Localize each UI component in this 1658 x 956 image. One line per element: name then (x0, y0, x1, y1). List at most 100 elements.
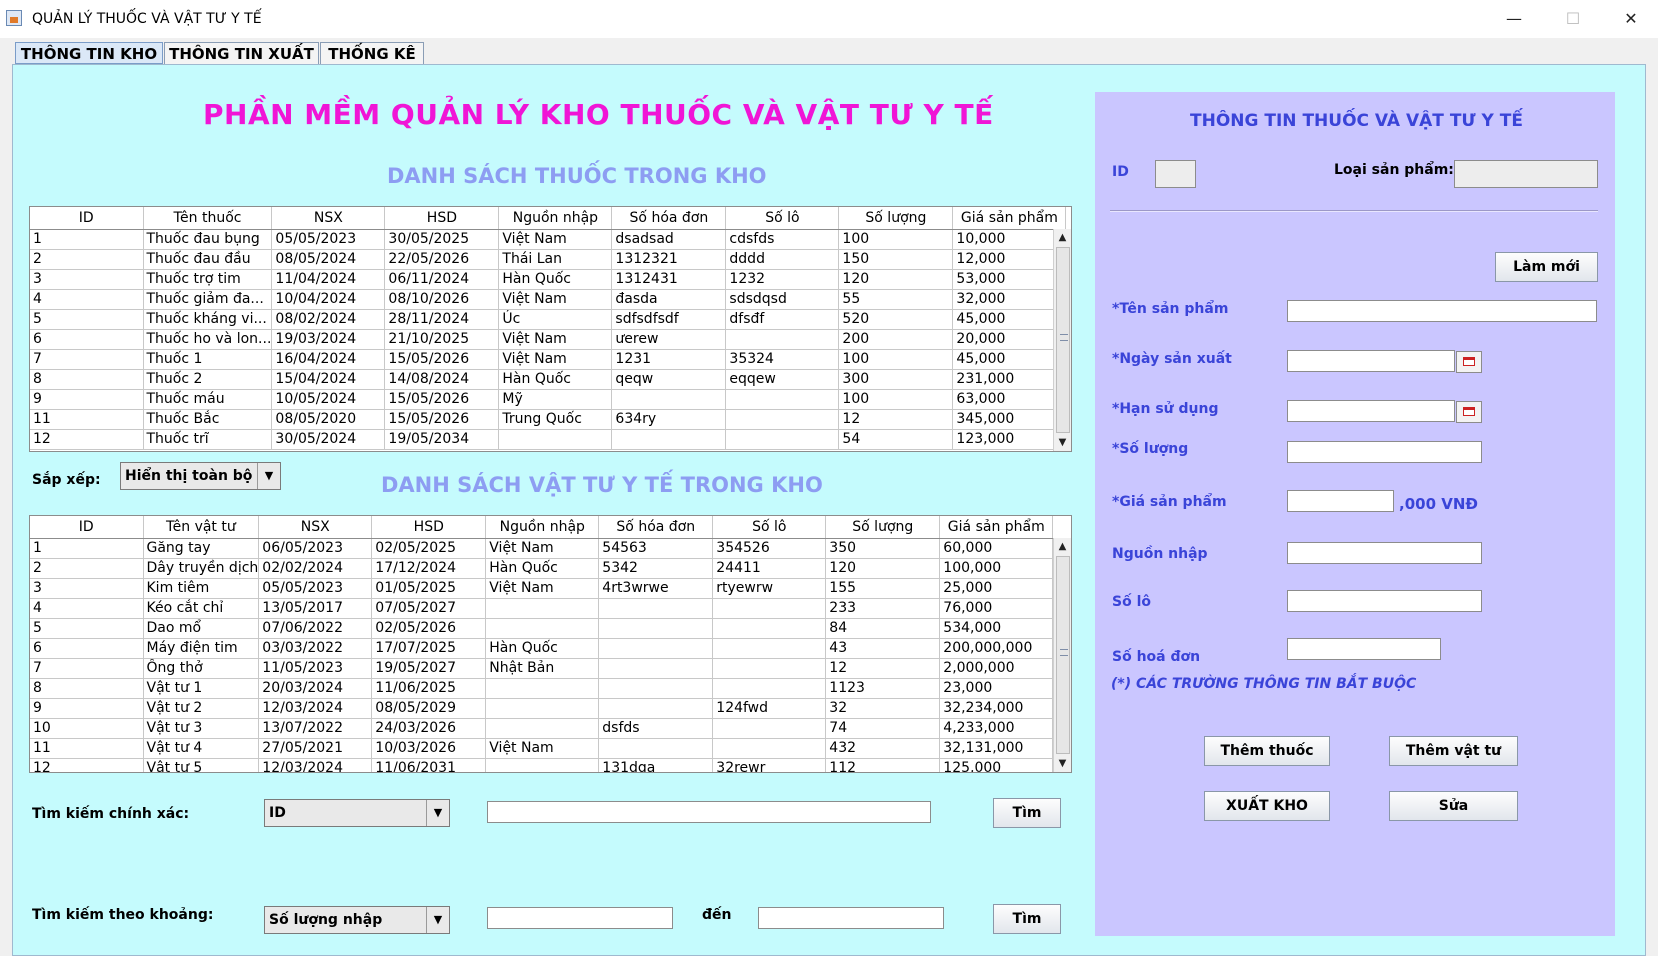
table-cell[interactable]: 100 (838, 349, 954, 370)
table-cell[interactable]: 1312321 (611, 249, 727, 270)
table-cell[interactable]: dsfds (598, 718, 714, 739)
table-cell[interactable]: 8 (30, 369, 144, 390)
exp-date-input[interactable] (1287, 400, 1455, 422)
table-cell[interactable]: 15/05/2026 (384, 389, 500, 410)
table-cell[interactable] (485, 618, 600, 639)
column-header[interactable]: HSD (384, 207, 500, 230)
table-cell[interactable]: 10/05/2024 (271, 389, 386, 410)
table-cell[interactable]: 4 (30, 289, 144, 310)
table-cell[interactable]: 45,000 (952, 349, 1067, 370)
table-cell[interactable]: 08/05/2020 (271, 409, 386, 430)
table-cell[interactable]: 12 (30, 429, 144, 450)
table-cell[interactable]: 5 (30, 309, 144, 330)
product-type-field[interactable] (1454, 160, 1598, 188)
table-cell[interactable]: sdsdqsd (725, 289, 840, 310)
table-cell[interactable]: 05/05/2023 (258, 578, 373, 599)
table-cell[interactable]: 84 (825, 618, 941, 639)
table-cell[interactable]: 11/04/2024 (271, 269, 386, 290)
table-row[interactable]: 7 Thuốc 1 16/04/2024 15/05/2026 Việt Nam 1231… (30, 349, 1067, 370)
table-row[interactable]: 6 Thuốc ho và lon... 19/03/2024 21/10/2025 V… (30, 329, 1067, 350)
table-cell[interactable]: Thuốc 1 (143, 349, 273, 370)
table-cell[interactable] (712, 618, 827, 639)
column-header[interactable]: Số lượng (825, 516, 941, 539)
close-button[interactable]: ✕ (1608, 4, 1654, 34)
mfg-date-input[interactable] (1287, 350, 1455, 372)
range-search-field-dropdown[interactable]: Số lượng nhập ▼ (264, 906, 450, 934)
table-cell[interactable]: 131dqa (598, 758, 714, 772)
table-cell[interactable]: 233 (825, 598, 941, 619)
table-row[interactable]: 6 Máy điện tim 03/03/2022 17/07/2025 Hàn Quố… (30, 638, 1054, 659)
table-row[interactable]: 1 Thuốc đau bụng 05/05/2023 30/05/2025 Việt … (30, 229, 1067, 250)
table-cell[interactable]: Hàn Quốc (498, 269, 613, 290)
table-cell[interactable]: 534,000 (939, 618, 1054, 639)
column-header[interactable]: Số hóa đơn (598, 516, 714, 539)
table-cell[interactable]: 200 (838, 329, 954, 350)
column-header[interactable]: Số lô (725, 207, 840, 230)
table-cell[interactable]: Hàn Quốc (498, 369, 613, 390)
table-cell[interactable]: 11/06/2031 (371, 758, 487, 772)
table-row[interactable]: 1 Găng tay 06/05/2023 02/05/2025 Việt Nam 545… (30, 538, 1054, 559)
table-cell[interactable]: 19/03/2024 (271, 329, 386, 350)
table-cell[interactable]: 100,000 (939, 558, 1054, 579)
table-cell[interactable]: 16/04/2024 (271, 349, 386, 370)
table-cell[interactable] (712, 738, 827, 759)
table-cell[interactable]: 30/05/2025 (384, 229, 500, 250)
table-cell[interactable]: 05/05/2023 (271, 229, 386, 250)
table-cell[interactable]: 11 (30, 738, 144, 759)
table-row[interactable]: 10 Vật tư 3 13/07/2022 24/03/2026 dsfds 74 4,2… (30, 718, 1054, 739)
refresh-button[interactable]: Làm mới (1495, 252, 1598, 282)
table-cell[interactable]: đasda (611, 289, 727, 310)
table-cell[interactable]: 13/05/2017 (258, 598, 373, 619)
table-cell[interactable]: Thuốc đau bụng (143, 229, 273, 250)
table-cell[interactable]: 27/05/2021 (258, 738, 373, 759)
table-cell[interactable]: 74 (825, 718, 941, 739)
table-cell[interactable]: 02/05/2026 (371, 618, 487, 639)
table-cell[interactable]: Vật tư 4 (143, 738, 260, 759)
table-cell[interactable]: Thuốc Bắc (143, 409, 273, 430)
product-name-input[interactable] (1287, 300, 1597, 322)
tab-thong-tin-kho[interactable]: THÔNG TIN KHO (15, 42, 163, 64)
table-cell[interactable]: Thuốc máu (143, 389, 273, 410)
table-cell[interactable]: 10,000 (952, 229, 1067, 250)
table-cell[interactable]: 20,000 (952, 329, 1067, 350)
table-cell[interactable]: 354526 (712, 538, 827, 559)
table-row[interactable]: 4 Kéo cắt chỉ 13/05/2017 07/05/2027 233 76,00… (30, 598, 1054, 619)
table-cell[interactable] (598, 678, 714, 699)
maximize-button[interactable]: ☐ (1550, 4, 1596, 34)
table-cell[interactable]: 4 (30, 598, 144, 619)
table-cell[interactable]: 02/02/2024 (258, 558, 373, 579)
table-cell[interactable]: 30/05/2024 (271, 429, 386, 450)
table-cell[interactable]: 231,000 (952, 369, 1067, 390)
table-cell[interactable]: Ống thở (143, 658, 260, 679)
table-cell[interactable]: 13/07/2022 (258, 718, 373, 739)
column-header[interactable]: Số lô (712, 516, 827, 539)
table-cell[interactable]: 19/05/2027 (371, 658, 487, 679)
table-cell[interactable]: 432 (825, 738, 941, 759)
table-cell[interactable]: Kéo cắt chỉ (143, 598, 260, 619)
column-header[interactable]: Nguồn nhập (485, 516, 600, 539)
table-cell[interactable]: 3 (30, 578, 144, 599)
table-cell[interactable]: 345,000 (952, 409, 1067, 430)
table-cell[interactable]: ưerew (611, 329, 727, 350)
table-cell[interactable]: 125,000 (939, 758, 1054, 772)
table-cell[interactable] (712, 658, 827, 679)
table-cell[interactable]: 5342 (598, 558, 714, 579)
table-cell[interactable]: Vật tư 3 (143, 718, 260, 739)
table-cell[interactable]: 76,000 (939, 598, 1054, 619)
table-cell[interactable] (485, 718, 600, 739)
table-cell[interactable] (725, 409, 840, 430)
scroll-down-icon[interactable]: ▼ (1054, 755, 1071, 772)
table-cell[interactable]: 2,000,000 (939, 658, 1054, 679)
table-cell[interactable]: 22/05/2026 (384, 249, 500, 270)
table-cell[interactable] (498, 429, 613, 450)
exact-search-button[interactable]: Tìm (993, 798, 1061, 828)
table-cell[interactable]: Việt Nam (485, 538, 600, 559)
table-cell[interactable]: 300 (838, 369, 954, 390)
table-cell[interactable]: 01/05/2025 (371, 578, 487, 599)
sort-dropdown[interactable]: Hiển thị toàn bộ ▼ (120, 462, 281, 490)
table-row[interactable]: 8 Thuốc 2 15/04/2024 14/08/2024 Hàn Quốc qeqw… (30, 369, 1067, 390)
range-search-button[interactable]: Tìm (993, 904, 1061, 934)
table-cell[interactable] (712, 678, 827, 699)
table-cell[interactable]: 1312431 (611, 269, 727, 290)
table-cell[interactable]: 12/03/2024 (258, 698, 373, 719)
